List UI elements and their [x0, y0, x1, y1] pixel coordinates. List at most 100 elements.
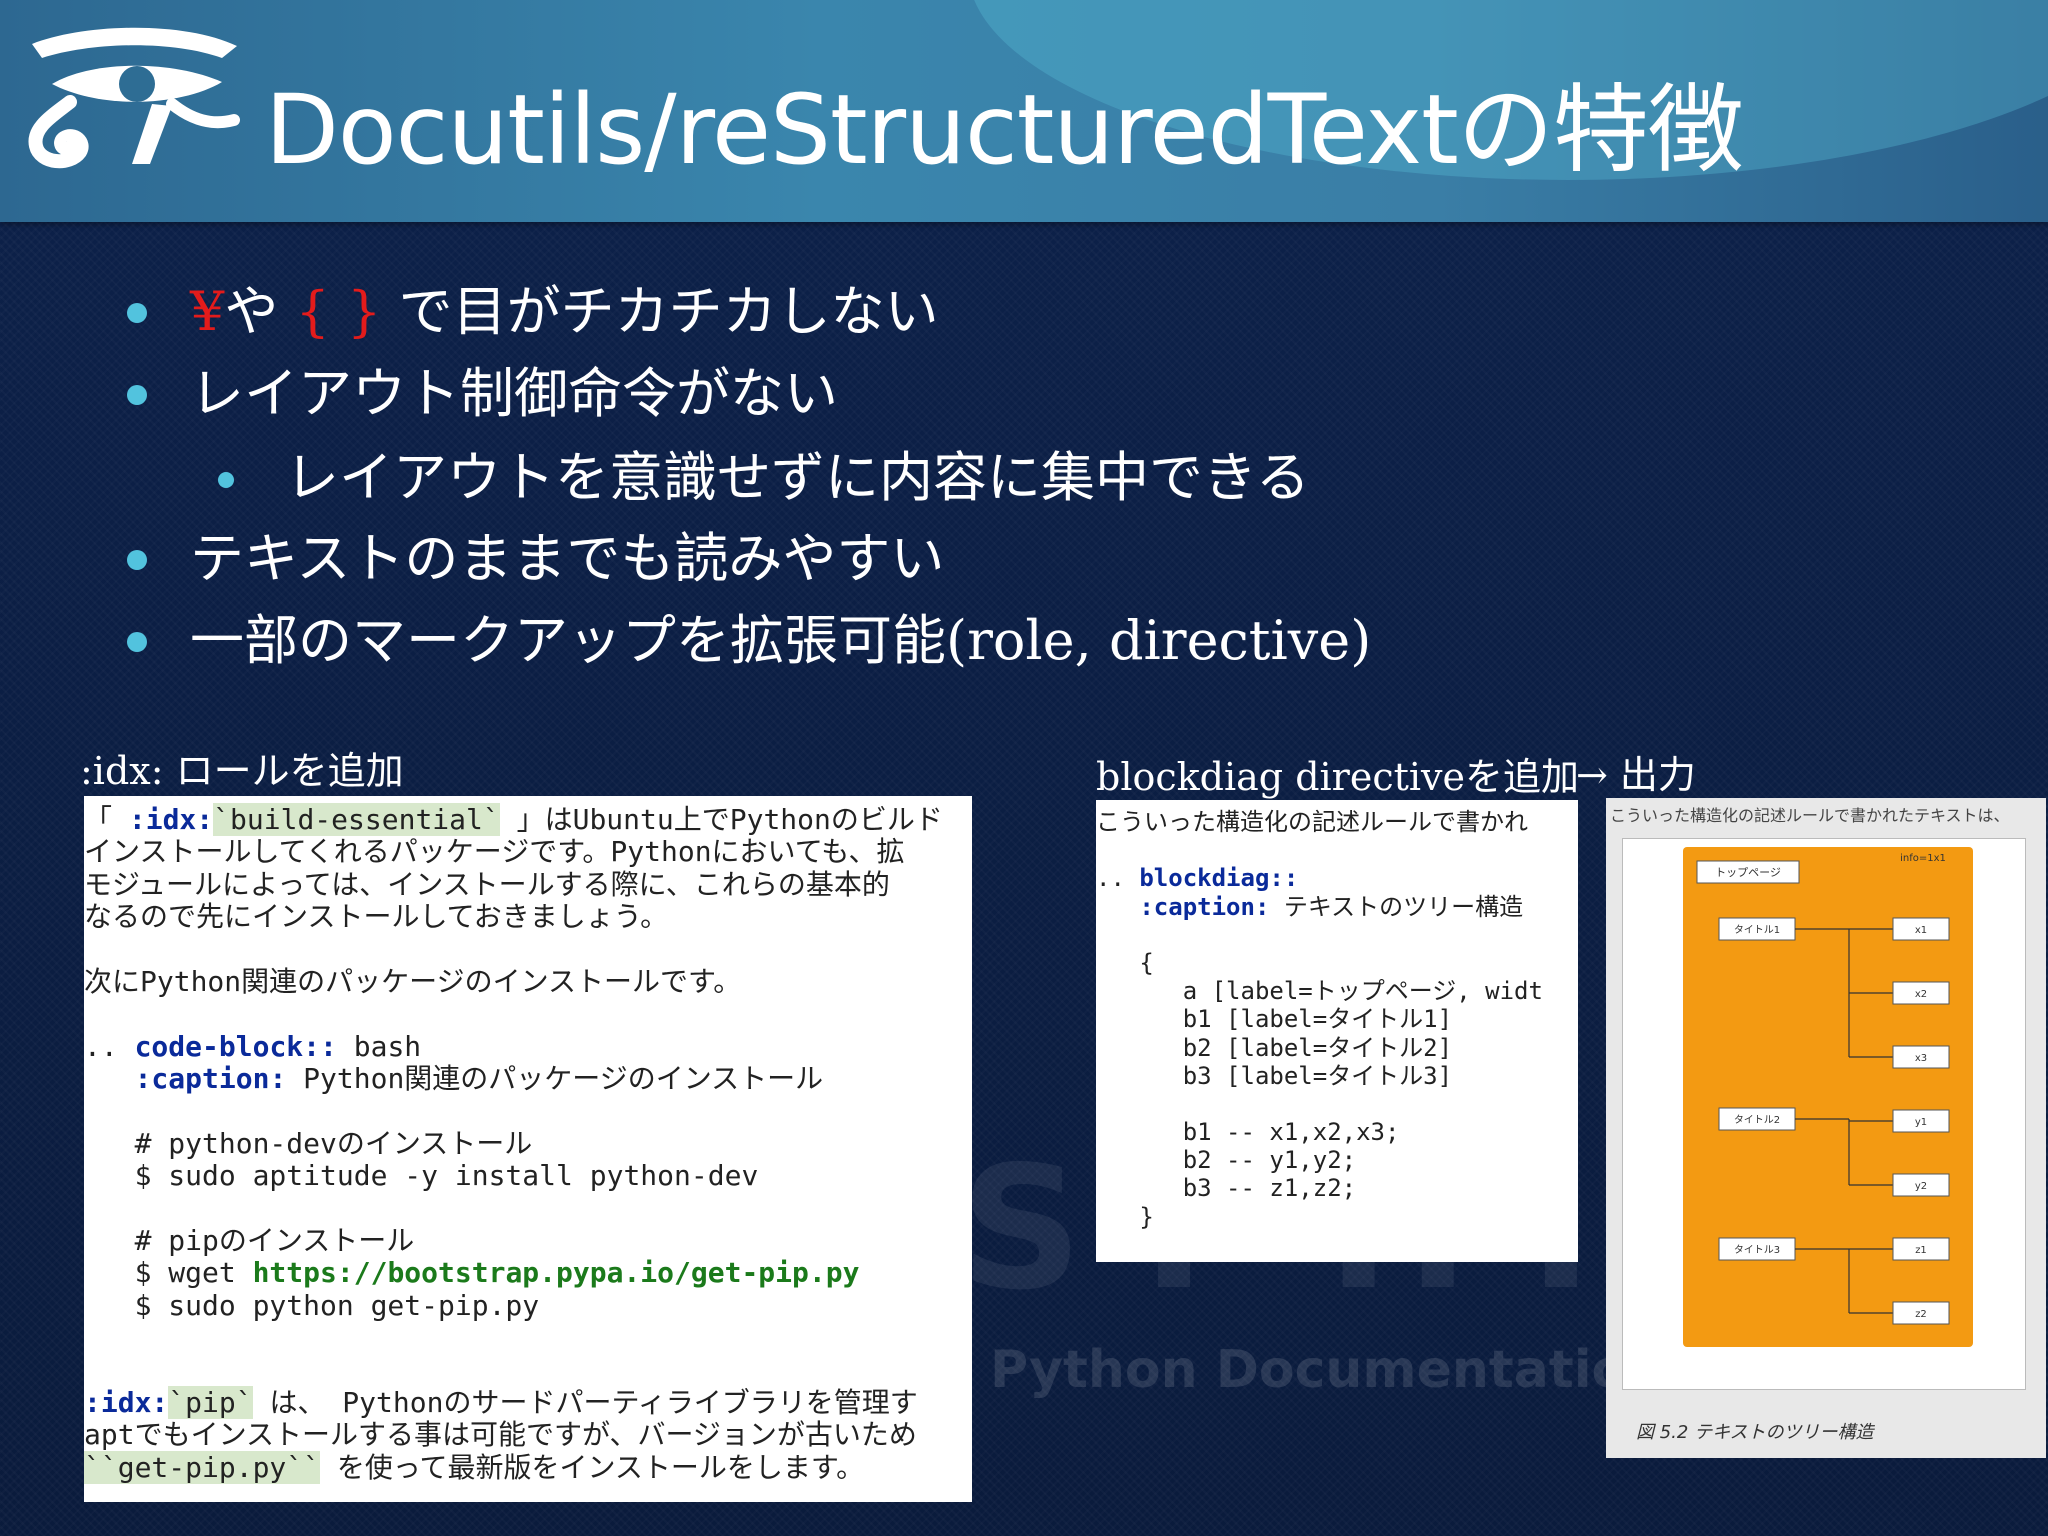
code-token: `build-essential`: [213, 803, 500, 836]
code-line: a [label=トップページ, widt: [1096, 977, 1578, 1005]
code-token: インストールしてくれるパッケージです。Pythonにおいても、拡: [84, 835, 905, 869]
code-token: なるので先にインストールしておきましょう。: [84, 900, 669, 934]
diagram-group-label: タイトル3: [1734, 1244, 1780, 1256]
code-token: モジュールによっては、インストールする際に、これらの基本的: [84, 867, 890, 901]
code-token: :caption:: [134, 1062, 287, 1096]
code-token: # pipのインストール: [84, 1224, 415, 1258]
code-line: :caption: テキストのツリー構造: [1096, 893, 1578, 921]
code-token: 」はUbuntu上でPythonのビルド: [499, 803, 943, 836]
diagram-group-label: タイトル1: [1734, 924, 1780, 936]
code-token: :idx:: [128, 803, 214, 836]
code-line: $ sudo python get-pip.py: [84, 1289, 972, 1322]
code-token: b3 -- z1,z2;: [1096, 1174, 1357, 1203]
code-line: $ sudo aptitude -y install python-dev: [84, 1160, 972, 1192]
code-line: b1 [label=タイトル1]: [1096, 1005, 1578, 1033]
code-line: aptでもインストールする事は可能ですが、バージョンが古いため: [84, 1419, 972, 1451]
code-line: {: [1096, 949, 1578, 977]
code-token: ``get-pip.py``: [84, 1450, 321, 1484]
left-example-label: :idx: ロールを追加: [80, 749, 404, 793]
code-line: :idx:`pip` は、 Pythonのサードパーティライブラリを管理す: [84, 1386, 972, 1420]
diagram-output: こういった構造化の記述ルールで書かれたテキストは、 info=1x1 トップページ…: [1606, 798, 2046, 1458]
code-token: 「: [84, 803, 129, 836]
diagram-child-label: z2: [1915, 1309, 1927, 1320]
bullet-item-3: テキストのままでも読みやすい: [190, 527, 945, 590]
code-line: $ wget https://bootstrap.pypa.io/get-pip…: [84, 1257, 972, 1289]
diagram-child-label: x1: [1915, 925, 1927, 936]
code-token: を使って最新版をインストールをします。: [320, 1450, 865, 1484]
bullet-item-1: ¥や { } で目がチカチカしない: [190, 282, 939, 342]
tree-diagram: info=1x1 トップページタイトル1 x1 x2 x3 タイトル2 y1 y2 タイトル3 z…: [1683, 847, 1973, 1347]
code-token: {: [1096, 948, 1154, 977]
bullet-dot: [127, 632, 147, 652]
code-line: b3 -- z1,z2;: [1096, 1174, 1578, 1202]
code-line: ``get-pip.py`` を使って最新版をインストールをします。: [84, 1450, 972, 1484]
bullet-dot: [127, 550, 147, 570]
code-token: は、 Pythonのサードパーティライブラリを管理す: [252, 1386, 918, 1420]
code-line: # pipのインストール: [84, 1224, 972, 1258]
code-token: b1 [label=タイトル1]: [1096, 1005, 1453, 1034]
watermark-small: Python Documentation: [990, 1340, 1665, 1400]
code-line: 次にPython関連のパッケージのインストールです。: [84, 964, 972, 998]
output-arrow-label: → 出力: [1576, 753, 1696, 797]
code-token: 次にPython関連のパッケージのインストールです。: [84, 964, 742, 998]
code-line: 「 :idx:`build-essential` 」はUbuntu上でPytho…: [84, 803, 972, 836]
code-token: ..: [84, 1029, 135, 1063]
code-token: $ sudo aptitude -y install python-dev: [84, 1159, 759, 1193]
diagram-child-label: y1: [1915, 1117, 1927, 1128]
code-line: モジュールによっては、インストールする際に、これらの基本的: [84, 867, 972, 901]
slide-header: Docutils/reStructuredTextの特徴: [0, 0, 2048, 222]
code-token: b2 -- y1,y2;: [1096, 1146, 1357, 1175]
code-token: b2 [label=タイトル2]: [1096, 1033, 1453, 1062]
right-example-label: blockdiag directiveを追加: [1096, 755, 1579, 799]
code-token: ..: [1096, 864, 1140, 893]
code-token: テキストのツリー構造: [1269, 892, 1524, 921]
code-line: }: [1096, 1203, 1578, 1231]
diagram-caption: 図 5.2 テキストのツリー構造: [1636, 1422, 1874, 1443]
code-line: .. blockdiag::: [1096, 864, 1578, 892]
code-line: # python-devのインストール: [84, 1126, 972, 1160]
bullet-text: や: [224, 280, 296, 343]
code-token: code-block::: [134, 1029, 337, 1063]
diagram-child-label: x2: [1915, 989, 1927, 1000]
code-token: bash: [336, 1029, 422, 1063]
diagram-root-note: info=1x1: [1900, 853, 1946, 864]
code-token: a [label=トップページ, widt: [1096, 977, 1543, 1006]
code-line: b3 [label=タイトル3]: [1096, 1062, 1578, 1090]
code-token: こういった構造化の記述ルールで書かれ: [1096, 808, 1528, 836]
bullet-item-2-sub: レイアウトを意識せずに内容に集中できる: [285, 446, 1310, 509]
code-token: }: [1096, 1202, 1154, 1231]
code-token: $ wget: [84, 1256, 253, 1290]
diagram-child-label: z1: [1915, 1245, 1927, 1256]
code-line: .. code-block:: bash: [84, 1029, 972, 1063]
code-token: # python-devのインストール: [84, 1126, 533, 1160]
yen-symbol: ¥: [190, 280, 225, 343]
code-token: :idx:: [84, 1386, 169, 1420]
diagram-canvas: info=1x1 トップページ タイトル1 x1 x2 x3 タイトル2 y1 y2 タイトル3 z…: [1622, 838, 2026, 1390]
bullet-dot: [127, 303, 147, 323]
code-token: b1 -- x1,x2,x3;: [1096, 1118, 1400, 1147]
left-code-screenshot: 「 :idx:`build-essential` 」はUbuntu上でPytho…: [84, 796, 972, 1502]
eye-of-horus-icon: [28, 27, 240, 169]
code-line: b2 [label=タイトル2]: [1096, 1034, 1578, 1062]
diagram-child-label: y2: [1915, 1181, 1927, 1192]
bullet-text: で目がチカチカしない: [381, 280, 939, 343]
slide-title: Docutils/reStructuredTextの特徴: [265, 74, 1744, 186]
code-token: `pip`: [168, 1386, 253, 1420]
code-token: b3 [label=タイトル3]: [1096, 1061, 1453, 1090]
code-token: Python関連のパッケージのインストール: [286, 1062, 824, 1096]
brace-symbol: { }: [295, 280, 382, 343]
code-line: b1 -- x1,x2,x3;: [1096, 1118, 1578, 1146]
code-line: なるので先にインストールしておきましょう。: [84, 900, 972, 934]
code-line: b2 -- y1,y2;: [1096, 1146, 1578, 1174]
code-token: aptでもインストールする事は可能ですが、バージョンが古いため: [84, 1418, 917, 1452]
